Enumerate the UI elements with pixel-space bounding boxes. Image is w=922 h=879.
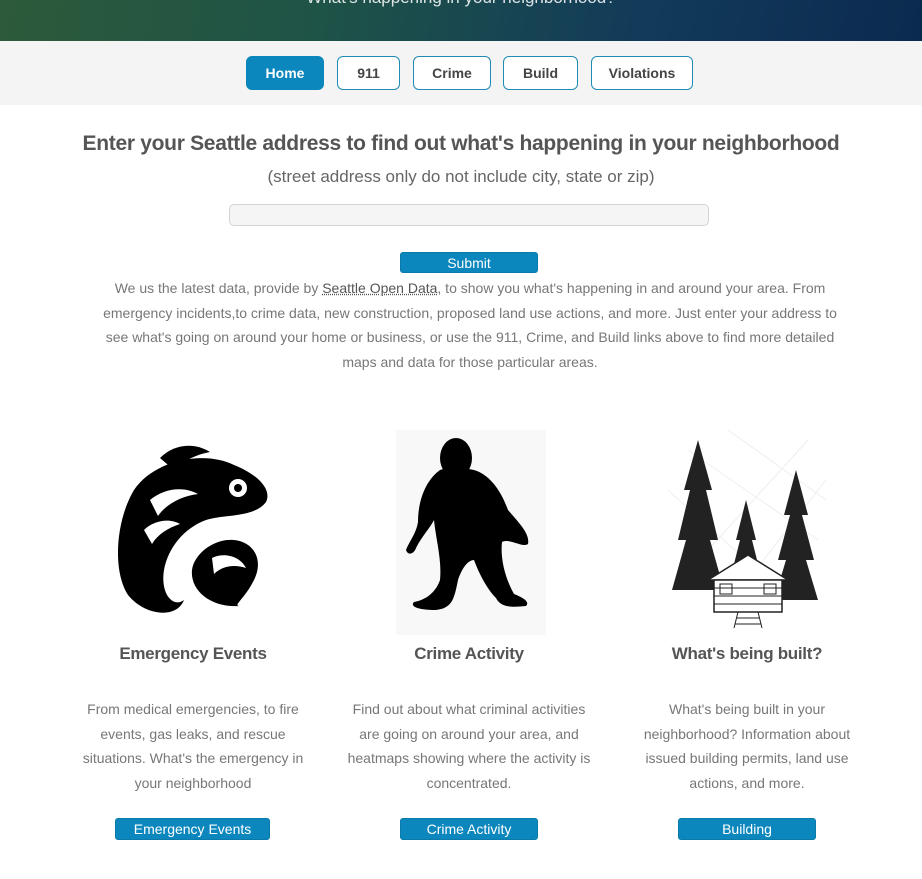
crime-activity-button[interactable]: Crime Activity — [400, 818, 538, 840]
intro-text-start: We us the latest data, provide by — [114, 280, 323, 296]
nav-violations-button[interactable]: Violations — [591, 56, 693, 90]
nav-home-button[interactable]: Home — [246, 56, 324, 90]
seattle-open-data-link[interactable]: Seattle Open Data — [322, 280, 437, 296]
build-description: What's being built in your neighborhood?… — [643, 701, 851, 791]
bigfoot-icon — [396, 430, 546, 635]
emergency-events-button[interactable]: Emergency Events — [115, 818, 270, 840]
hero-tagline: What's happening in your neighborhood? — [0, 0, 922, 8]
cabin-trees-icon — [667, 429, 827, 635]
address-input[interactable] — [229, 204, 709, 226]
building-button[interactable]: Building — [678, 818, 816, 840]
nav-911-button[interactable]: 911 — [337, 56, 400, 90]
salmon-icon — [114, 430, 274, 635]
crime-title: Crime Activity — [414, 644, 524, 663]
emergency-description: From medical emergencies, to fire events… — [82, 701, 304, 791]
nav-build-button[interactable]: Build — [503, 56, 578, 90]
address-hint: (street address only do not include city… — [267, 167, 655, 186]
submit-button[interactable]: Submit — [400, 252, 538, 273]
nav-crime-button[interactable]: Crime — [413, 56, 491, 90]
page-title: Enter your Seattle address to find out w… — [82, 132, 840, 155]
intro-paragraph: We us the latest data, provide by Seattl… — [90, 276, 850, 375]
nav-bar: Home 911 Crime Build Violations — [0, 41, 922, 105]
emergency-title: Emergency Events — [119, 644, 267, 663]
hero-banner: What's happening in your neighborhood? — [0, 0, 922, 41]
crime-description: Find out about what criminal activities … — [347, 701, 591, 791]
build-title: What's being built? — [671, 644, 823, 663]
